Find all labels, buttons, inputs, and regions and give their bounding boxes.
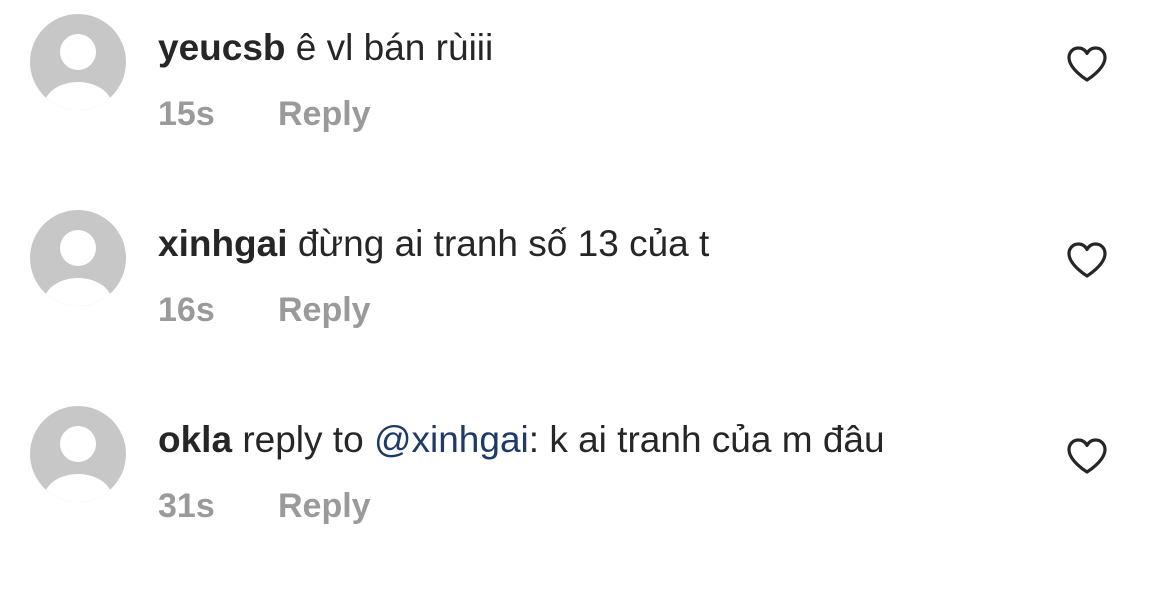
comment-text: đừng ai tranh số 13 của t [297, 223, 710, 264]
like-button[interactable] [1065, 240, 1109, 280]
avatar[interactable] [30, 210, 126, 306]
comment-text-line: xinhgai đừng ai tranh số 13 của t [158, 218, 998, 270]
reply-button[interactable]: Reply [278, 487, 371, 526]
comment-username[interactable]: xinhgai [158, 223, 288, 264]
heart-outline-icon [1067, 242, 1107, 278]
heart-outline-icon [1067, 46, 1107, 82]
avatar[interactable] [30, 406, 126, 502]
comment-text: : k ai tranh của m đâu [528, 419, 885, 460]
comment-text: ê vl bán rùiii [295, 27, 494, 68]
comment-text-line: yeucsb ê vl bán rùiii [158, 22, 998, 74]
comment-username[interactable]: yeucsb [158, 27, 286, 68]
like-button[interactable] [1065, 44, 1109, 84]
comment-timestamp: 15s [158, 94, 215, 133]
default-avatar-icon [44, 230, 112, 306]
mention-link[interactable]: @xinhgai [374, 419, 529, 460]
comment-text-line: okla reply to @xinhgai: k ai tranh của m… [158, 414, 948, 466]
reply-button[interactable]: Reply [278, 291, 371, 330]
comment-content: xinhgai đừng ai tranh số 13 của t 16s Re… [158, 218, 998, 332]
comment-meta: 15s Reply [158, 92, 998, 136]
comment-timestamp: 16s [158, 290, 215, 329]
comment-meta: 16s Reply [158, 288, 998, 332]
like-button[interactable] [1065, 436, 1109, 476]
comment-username[interactable]: okla [158, 419, 232, 460]
default-avatar-icon [44, 426, 112, 502]
comment-content: okla reply to @xinhgai: k ai tranh của m… [158, 414, 948, 528]
reply-button[interactable]: Reply [278, 95, 371, 134]
comment-timestamp: 31s [158, 486, 215, 525]
default-avatar-icon [44, 34, 112, 110]
comment-meta: 31s Reply [158, 484, 948, 528]
heart-outline-icon [1067, 438, 1107, 474]
comment-content: yeucsb ê vl bán rùiii 15s Reply [158, 22, 998, 136]
avatar[interactable] [30, 14, 126, 110]
reply-to-prefix: reply to [242, 419, 364, 460]
